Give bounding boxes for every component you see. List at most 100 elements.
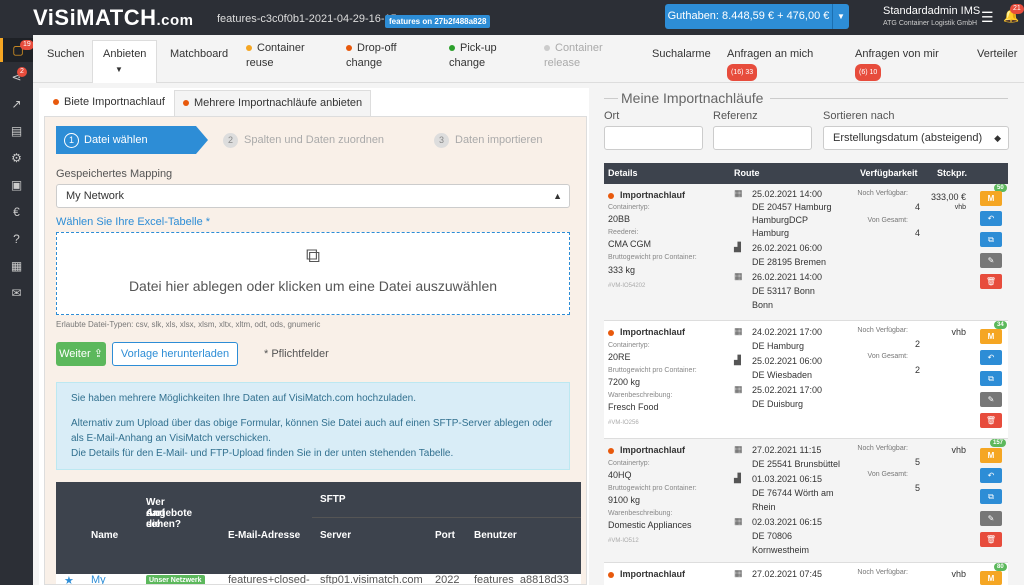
tab-container-reuse[interactable]: Container reuse <box>246 41 305 71</box>
match-button[interactable]: M <box>980 329 1002 344</box>
subtab-multi-offer[interactable]: Mehrere Importnachläufe anbieten <box>174 90 372 116</box>
subtab-single-offer[interactable]: Biete Importnachlauf <box>45 90 173 116</box>
copy-icon[interactable]: ⧉ <box>980 371 1002 386</box>
tab-dropoff-change[interactable]: Drop-off change <box>346 41 397 71</box>
sidebar-settings[interactable]: ⚙ <box>0 146 33 170</box>
table-row[interactable]: Importnachlauf Containertyp: 20RE Brutto… <box>604 321 1008 439</box>
imports-table: Details Route Verfügbarkeit Stckpr. Impo… <box>604 163 1008 585</box>
match-button[interactable]: M <box>980 571 1002 585</box>
tab-verteiler[interactable]: Verteiler <box>977 47 1017 62</box>
field-label: Reederei: <box>608 229 639 236</box>
total-label: Von Gesamt: <box>867 353 908 360</box>
col-name: Name <box>91 530 119 541</box>
row-name[interactable]: My <box>91 574 106 584</box>
row-title: Importnachlauf <box>608 569 685 579</box>
logo[interactable]: ViSiMATCH.com <box>33 5 194 31</box>
chevron-down-icon[interactable]: ▼ <box>833 12 849 21</box>
route-place: DE Duisburg <box>752 399 804 409</box>
request-count-badge: (6) 10 <box>855 64 882 81</box>
route-date: 24.02.2021 17:00 <box>752 327 823 337</box>
sidebar-share[interactable]: ⋖ 2 <box>0 65 33 89</box>
row-email: features+closed- <box>228 574 310 585</box>
edit-icon[interactable]: ✎ <box>980 392 1002 407</box>
total-value: 2 <box>914 365 920 375</box>
star-icon[interactable]: ★ <box>64 574 74 584</box>
balance-text[interactable]: Guthaben: 8.448,59 € + 476,00 € <box>665 4 833 29</box>
caret-down-icon[interactable]: ▼ <box>103 65 123 74</box>
delete-icon[interactable]: 🗑 <box>980 413 1002 428</box>
delete-icon[interactable]: 🗑 <box>980 532 1002 547</box>
status-dot <box>183 100 189 107</box>
available-label: Noch Verfügbar: <box>857 327 908 334</box>
file-types-hint: Erlaubte Datei-Typen: csv, slk, xls, xls… <box>56 320 321 329</box>
info-text-3: Die Details für den E-Mail- und FTP-Uplo… <box>71 448 454 459</box>
panel-title: Meine Importnachläufe <box>621 90 764 106</box>
sidebar-contacts[interactable]: ▤ <box>0 119 33 143</box>
reply-icon[interactable]: ↶ <box>980 468 1002 483</box>
row-server: sftp01.visimatch.com <box>320 574 423 585</box>
sidebar-chart[interactable]: ↗ <box>0 92 33 116</box>
copy-icon[interactable]: ⧉ <box>980 489 1002 504</box>
tab-anbieten-label[interactable]: Anbieten <box>103 48 146 60</box>
sidebar-mail[interactable]: ✉ <box>0 281 33 305</box>
price-note: vhb <box>954 204 966 211</box>
field-label: Bruttogewicht pro Container: <box>608 254 697 261</box>
col-price: Stckpr. <box>937 168 968 178</box>
user-menu[interactable]: Standardadmin IMS ATG Container Logistik… <box>883 5 980 27</box>
match-button[interactable]: M <box>980 448 1002 463</box>
col-user: Benutzer <box>474 530 517 541</box>
col-details: Details <box>608 168 638 178</box>
tab-suchen[interactable]: Suchen <box>47 47 84 62</box>
upload-icon: ⇪ <box>93 348 103 360</box>
sort-select[interactable]: Erstellungsdatum (absteigend) ◆ <box>823 126 1009 150</box>
row-user: features_a8818d33 <box>474 574 569 585</box>
tab-anfragen-an-mich[interactable]: Anfragen an mich (16) 33 <box>727 47 813 81</box>
route-place: Hamburg <box>752 228 790 238</box>
referenz-input[interactable] <box>713 126 812 150</box>
info-text-1: Sie haben mehrere Möglichkeiten Ihre Dat… <box>71 393 417 404</box>
delete-icon[interactable]: 🗑 <box>980 274 1002 289</box>
top-bar: ViSiMATCH.com features-c3c0f0b1-2021-04-… <box>0 0 1024 35</box>
tab-pickup-change[interactable]: Pick-up change <box>449 41 497 71</box>
table-row[interactable]: Importnachlauf Containertyp: 40HQ Brutto… <box>604 439 1008 563</box>
price: vhb <box>951 327 966 337</box>
mapping-select[interactable]: My Network ▲ <box>56 184 570 208</box>
copy-icon[interactable]: ⧉ <box>980 232 1002 247</box>
next-button[interactable]: Weiter ⇪ <box>56 342 106 366</box>
hamburger-menu-icon[interactable]: ☰ <box>981 9 994 26</box>
reply-icon[interactable]: ↶ <box>980 350 1002 365</box>
sidebar-inbox[interactable]: ▢ 19 <box>0 38 34 62</box>
download-template-button[interactable]: Vorlage herunterladen <box>112 342 238 366</box>
sidebar-euro[interactable]: € <box>0 200 33 224</box>
file-dropzone[interactable]: ⧉ Datei hier ablegen oder klicken um ein… <box>56 232 570 315</box>
available-label: Noch Verfügbar: <box>857 569 908 576</box>
tab-anbieten[interactable]: Anbieten ▼ <box>92 40 158 83</box>
offer-id: #VM-IO256 <box>608 420 639 426</box>
tab-anfragen-von-mir[interactable]: Anfragen von mir (6) 10 <box>855 47 939 81</box>
field-label: Bruttogewicht pro Container: <box>608 367 697 374</box>
status-dot <box>608 329 614 336</box>
ort-input[interactable] <box>604 126 703 150</box>
tab-matchboard[interactable]: Matchboard <box>170 47 228 62</box>
route-place: Kornwestheim <box>752 545 810 555</box>
table-row[interactable]: Importnachlauf ▦ 27.02.2021 07:45 Noch V… <box>604 563 1008 585</box>
tab-suchalarme[interactable]: Suchalarme <box>652 47 711 62</box>
edit-icon[interactable]: ✎ <box>980 253 1002 268</box>
factory-icon: ▟ <box>734 242 741 252</box>
reply-icon[interactable]: ↶ <box>980 211 1002 226</box>
calendar-icon: ▦ <box>734 568 743 578</box>
match-button[interactable]: M <box>980 191 1002 206</box>
sidebar-help[interactable]: ? <box>0 227 33 251</box>
user-name[interactable]: Standardadmin IMS <box>883 5 980 17</box>
sidebar-news[interactable]: ▦ <box>0 254 33 278</box>
route-place: DE 28195 Bremen <box>752 257 827 267</box>
edit-icon[interactable]: ✎ <box>980 511 1002 526</box>
row-port: 2022 <box>435 574 460 585</box>
sidebar-money[interactable]: ▣ <box>0 173 33 197</box>
table-row[interactable]: Importnachlauf Containertyp: 20BB Reeder… <box>604 184 1008 321</box>
balance-button[interactable]: Guthaben: 8.448,59 € + 476,00 € ▼ <box>665 4 849 29</box>
info-box: Sie haben mehrere Möglichkeiten Ihre Dat… <box>56 382 570 470</box>
status-dot <box>608 571 614 578</box>
network-badge: Unser Netzwerk <box>146 575 205 584</box>
route-place: DE 25541 Brunsbüttel <box>752 459 841 469</box>
